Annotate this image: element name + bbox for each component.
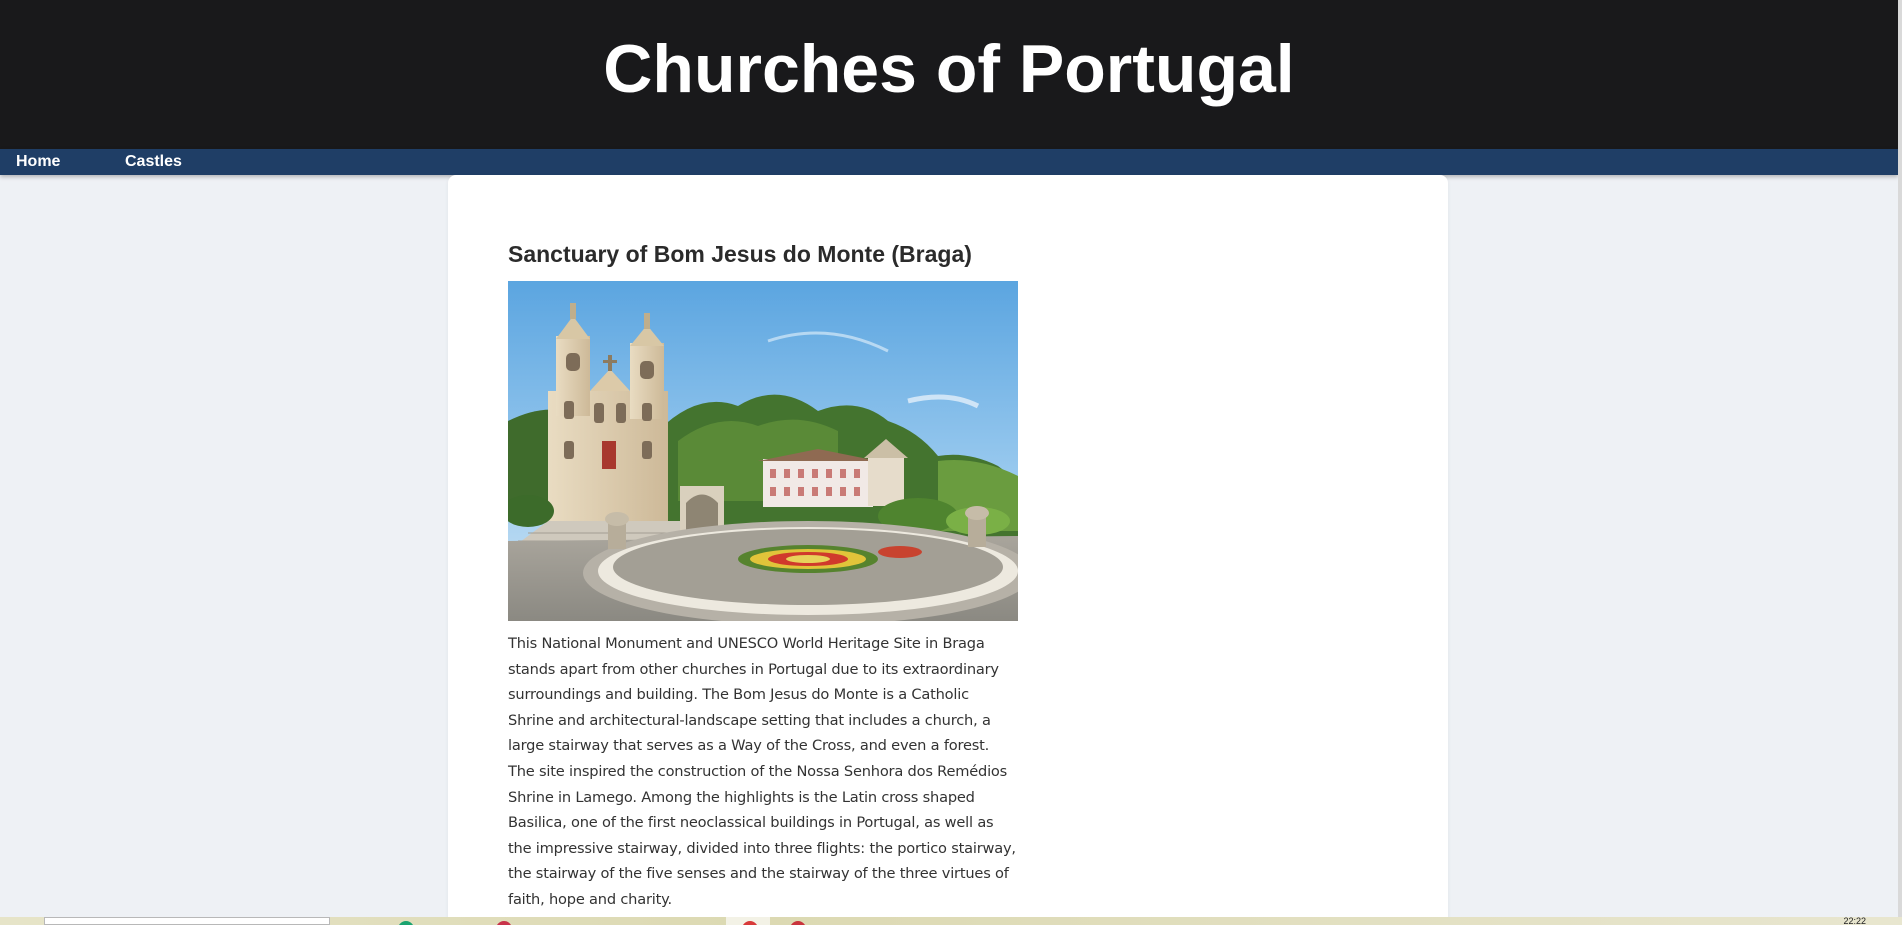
article-title: Sanctuary of Bom Jesus do Monte (Braga) <box>508 241 972 267</box>
article-body: This National Monument and UNESCO World … <box>508 635 1016 908</box>
church-article: Sanctuary of Bom Jesus do Monte (Braga) <box>508 239 1018 913</box>
main-nav: Home Castles <box>0 149 1898 175</box>
nav-link-home[interactable]: Home <box>16 149 60 175</box>
taskbar-search-box[interactable] <box>44 917 330 925</box>
site-header: Churches of Portugal <box>0 0 1898 149</box>
taskbar-clock[interactable]: 22:22 <box>1843 917 1866 925</box>
nav-link-castles[interactable]: Castles <box>125 149 182 175</box>
vertical-scrollbar[interactable] <box>1898 0 1902 918</box>
browser-page: Churches of Portugal Home Castles Sanctu… <box>0 0 1902 925</box>
content-card: Sanctuary of Bom Jesus do Monte (Braga) <box>448 175 1448 925</box>
sanctuary-photo <box>508 281 1018 621</box>
site-title: Churches of Portugal <box>603 31 1295 107</box>
